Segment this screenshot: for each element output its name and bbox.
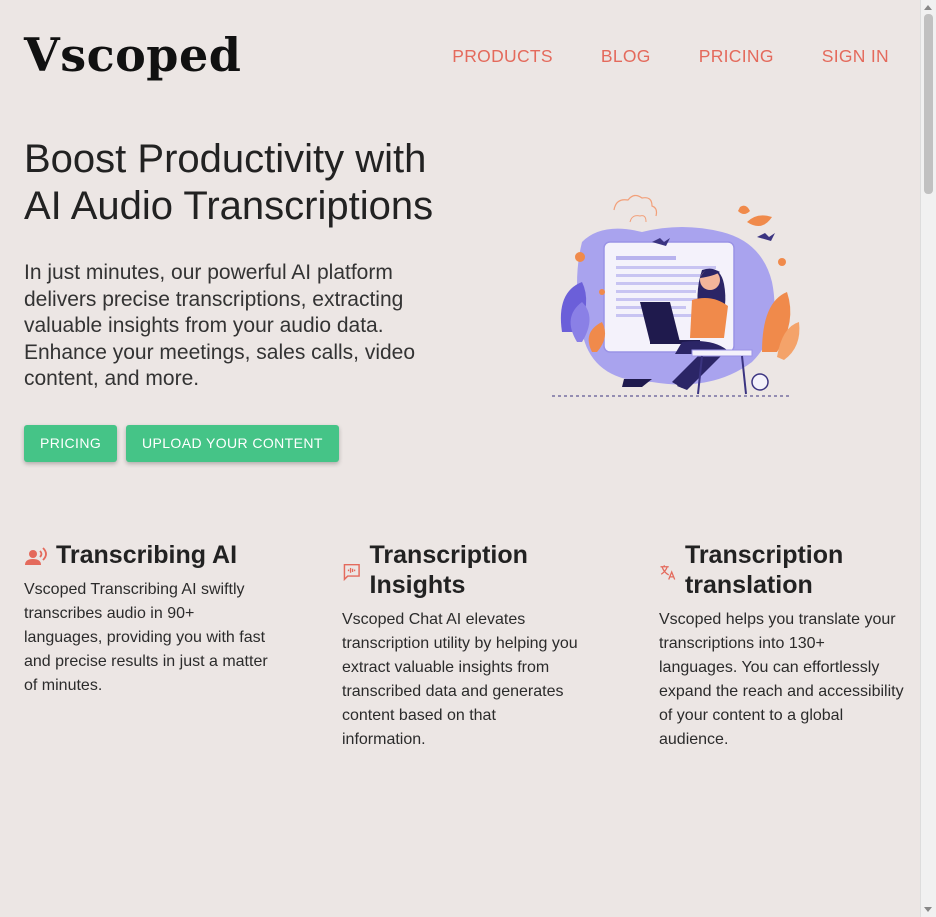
translate-icon [660, 565, 676, 580]
nav-blog[interactable]: BLOG [601, 46, 651, 67]
feature-text: Vscoped Chat AI elevates transcription u… [342, 611, 578, 748]
hero-subtitle: In just minutes, our powerful AI platfor… [24, 261, 416, 391]
feature-text: Vscoped helps you translate your transcr… [659, 611, 904, 748]
feature-text: Vscoped Transcribing AI swiftly transcri… [24, 581, 268, 694]
upload-content-button[interactable]: UPLOAD YOUR CONTENT [126, 425, 339, 462]
page: Vscoped PRODUCTS BLOG PRICING SIGN IN Bo… [0, 0, 921, 917]
pricing-button[interactable]: PRICING [24, 425, 118, 462]
chat-waveform-icon [343, 563, 360, 582]
nav-pricing[interactable]: PRICING [699, 46, 774, 67]
voice-icon [25, 547, 47, 565]
feature-transcribing-ai: Transcribing AI Vscoped Transcribing AI … [24, 540, 274, 698]
feature-title: Transcription Insights [369, 541, 528, 599]
logo[interactable]: Vscoped [24, 28, 241, 82]
feature-transcription-insights: Transcription Insights Vscoped Chat AI e… [342, 540, 582, 752]
scroll-up-arrow-icon[interactable] [924, 5, 932, 10]
feature-title: Transcribing AI [56, 541, 238, 569]
nav-sign-in[interactable]: SIGN IN [822, 46, 889, 67]
hero-illustration [552, 194, 800, 397]
feature-title: Transcription translation [684, 541, 844, 599]
scroll-down-arrow-icon[interactable] [924, 907, 932, 912]
hero-title: Boost Productivity with AI Audio Transcr… [24, 137, 434, 228]
scrollbar-thumb[interactable] [924, 14, 933, 194]
scrollbar[interactable] [920, 0, 936, 917]
nav-products[interactable]: PRODUCTS [452, 46, 553, 67]
feature-transcription-translation: Transcription translation Vscoped helps … [659, 540, 904, 752]
main-nav: PRODUCTS BLOG PRICING SIGN IN [404, 46, 889, 67]
